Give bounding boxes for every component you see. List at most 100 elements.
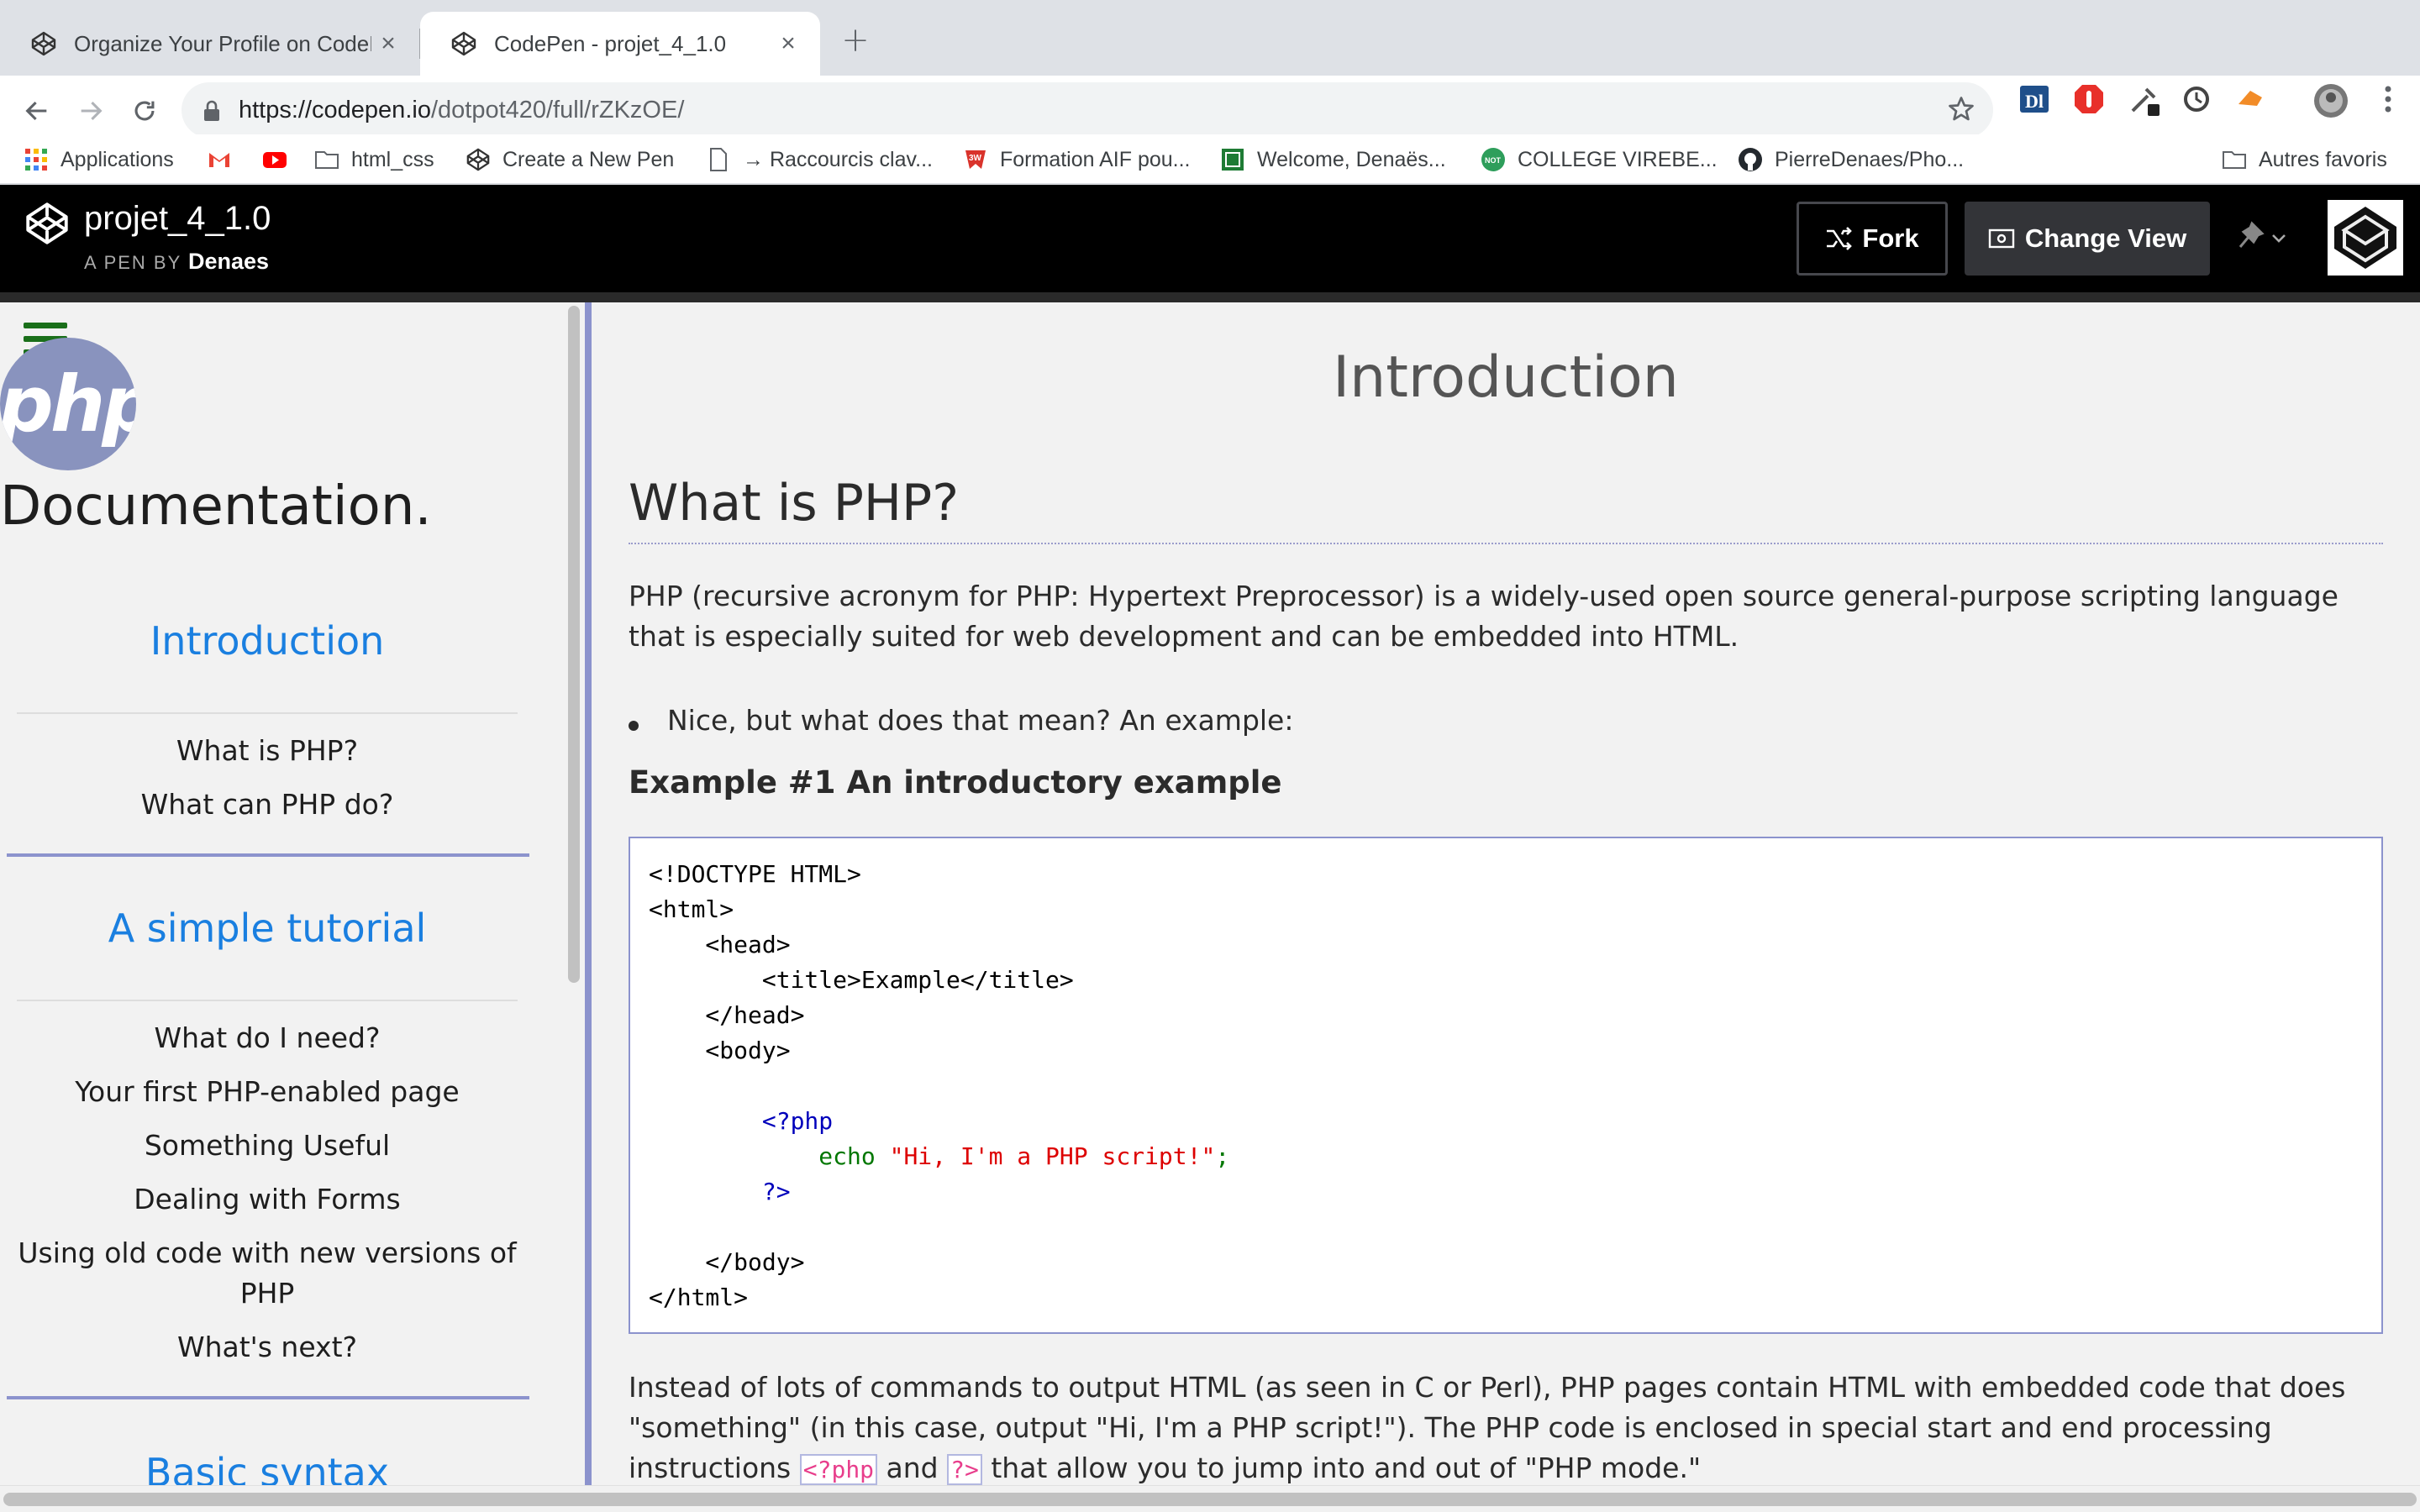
bookmark-autres-favoris[interactable]: Autres favoris <box>2222 134 2387 185</box>
nav-divider <box>17 712 518 714</box>
bookmark-applications[interactable]: Applications <box>24 134 174 185</box>
bookmark-create-pen[interactable]: Create a New Pen <box>466 134 674 185</box>
github-icon <box>1739 148 1762 171</box>
close-icon[interactable]: × <box>371 27 405 60</box>
code-string: "Hi, I'm a PHP script!" <box>889 1142 1216 1170</box>
code-line: <body> <box>649 1037 791 1064</box>
intro-paragraph: PHP (recursive acronym for PHP: Hypertex… <box>629 580 2338 653</box>
3w-icon: 3W <box>965 150 986 169</box>
codepen-logo-icon[interactable] <box>24 200 71 247</box>
inline-code-php-close: ?> <box>947 1454 982 1485</box>
nav-heading-introduction[interactable]: Introduction <box>0 618 534 664</box>
lock-icon <box>204 100 219 121</box>
back-arrow-icon[interactable] <box>15 89 59 133</box>
pin-menu-button[interactable] <box>2228 215 2296 262</box>
php-logo-text: php <box>0 360 136 449</box>
star-icon[interactable] <box>1946 94 1976 124</box>
url-path: /dotpot420/full/rZKzOE/ <box>430 97 685 123</box>
change-view-label: Change View <box>2024 223 2187 253</box>
close-icon[interactable]: × <box>771 27 805 60</box>
bookmark-label: → Raccourcis clav... <box>743 147 933 171</box>
bookmark-raccourcis[interactable]: → Raccourcis clav... <box>706 134 933 185</box>
folder-icon <box>315 151 339 169</box>
tab-codepen-projet[interactable]: CodePen - projet_4_1.0 × <box>420 12 820 76</box>
heading-underline <box>629 543 2383 544</box>
address-bar[interactable]: https://codepen.io/dotpot420/full/rZKzOE… <box>182 82 1993 138</box>
profile-avatar-icon[interactable] <box>2312 82 2348 118</box>
bookmark-label: Formation AIF pou... <box>1000 147 1191 171</box>
tab-title: CodePen - projet_4_1.0 <box>494 30 727 56</box>
header-divider <box>0 292 2420 302</box>
eyedropper-extension-icon[interactable] <box>2128 82 2161 116</box>
browser-tab-bar: Organize Your Profile on CodePen × CodeP… <box>0 0 2420 76</box>
horizontal-scrollbar[interactable] <box>0 1485 2420 1512</box>
bookmark-formation-aif[interactable]: 3W Formation AIF pou... <box>963 134 1191 185</box>
sync-extension-icon[interactable] <box>2180 82 2213 116</box>
apps-grid-icon <box>25 149 47 171</box>
change-view-button[interactable]: Change View <box>1965 202 2210 276</box>
new-tab-button[interactable]: + <box>837 21 874 60</box>
forward-arrow-icon[interactable] <box>69 89 113 133</box>
bookmark-github[interactable]: PierreDenaes/Pho... <box>1738 134 1964 185</box>
youtube-icon <box>263 152 287 168</box>
subsection-heading: What is PHP? <box>629 474 960 533</box>
fork-button[interactable]: Fork <box>1797 202 1948 276</box>
bookmark-html-css[interactable]: html_css <box>314 134 434 185</box>
codepen-icon <box>466 148 490 171</box>
bookmarks-bar: Applications html_css Create a New Pen →… <box>0 134 2420 185</box>
pin-icon <box>2238 221 2265 248</box>
view-icon <box>1988 228 2015 249</box>
bookmark-college[interactable]: NOT COLLEGE VIREBE... <box>1481 134 1718 185</box>
nav-link-what-can-php-do[interactable]: What can PHP do? <box>17 785 518 825</box>
nav-link-what-is-php[interactable]: What is PHP? <box>17 731 518 771</box>
nav-link-what-do-i-need[interactable]: What do I need? <box>17 1018 518 1058</box>
bookmark-gmail[interactable] <box>207 134 244 185</box>
code-line: <!DOCTYPE HTML> <box>649 860 861 888</box>
bookmark-label: PierreDenaes/Pho... <box>1775 147 1965 171</box>
nav-section-divider <box>7 1396 529 1399</box>
code-php-close: ?> <box>649 1178 791 1205</box>
nav-link-old-code-new-versions[interactable]: Using old code with new versions of PHP <box>17 1233 518 1314</box>
nav-link-something-useful[interactable]: Something Useful <box>17 1126 518 1166</box>
user-avatar[interactable] <box>2328 200 2403 276</box>
url-text: https://codepen.io/dotpot420/full/rZKzOE… <box>239 82 684 138</box>
fork-icon <box>1827 227 1853 250</box>
nav-link-dealing-with-forms[interactable]: Dealing with Forms <box>17 1179 518 1220</box>
bookmark-label: Autres favoris <box>2259 147 2387 171</box>
scrollbar-thumb[interactable] <box>568 306 580 983</box>
menu-dots-icon[interactable] <box>2371 82 2405 116</box>
php-logo: php <box>0 338 136 470</box>
reload-icon[interactable] <box>123 89 166 133</box>
nav-heading-basic-syntax[interactable]: Basic syntax <box>0 1450 534 1485</box>
tab-title: Organize Your Profile on CodePen <box>74 30 371 56</box>
pen-byline: A PEN BY Denaes <box>84 249 269 275</box>
fork-label: Fork <box>1862 223 1919 253</box>
bookmark-label: html_css <box>351 147 434 171</box>
avatar-icon <box>2328 200 2403 276</box>
bookmark-youtube[interactable] <box>262 134 299 185</box>
code-line: <title>Example</title> <box>649 966 1074 994</box>
codepen-icon <box>451 31 476 56</box>
url-host: https://codepen.io <box>239 97 431 123</box>
documentation-navbar: php Documentation. Introduction What is … <box>0 302 565 1485</box>
code-line: <head> <box>649 931 791 958</box>
tab-organize-profile[interactable]: Organize Your Profile on CodePen × <box>0 12 420 76</box>
nav-link-whats-next[interactable]: What's next? <box>17 1327 518 1368</box>
adblock-extension-icon[interactable] <box>2072 82 2106 116</box>
nav-heading-simple-tutorial[interactable]: A simple tutorial <box>0 906 534 951</box>
pen-by-prefix: A PEN BY <box>84 252 182 273</box>
bookmark-welcome[interactable]: Welcome, Denaës... <box>1220 134 1446 185</box>
svg-text:3W: 3W <box>969 154 982 163</box>
sidebar-scrollbar[interactable] <box>565 302 581 1485</box>
scrollbar-thumb[interactable] <box>3 1493 2417 1506</box>
pen-author-link[interactable]: Denaes <box>188 249 269 274</box>
green-badge-icon <box>1222 149 1244 171</box>
svg-text:NOT: NOT <box>1485 156 1502 165</box>
nav-link-first-php-page[interactable]: Your first PHP-enabled page <box>17 1072 518 1112</box>
code-block[interactable]: <!DOCTYPE HTML> <html> <head> <title>Exa… <box>629 837 2383 1334</box>
main-doc: Introduction What is PHP? PHP (recursive… <box>592 302 2420 1485</box>
dp-extension-icon[interactable]: Dl <box>2018 82 2052 116</box>
orange-extension-icon[interactable] <box>2233 82 2267 116</box>
code-echo: echo <box>818 1142 876 1170</box>
inline-code-php-open: <?php <box>799 1454 878 1485</box>
